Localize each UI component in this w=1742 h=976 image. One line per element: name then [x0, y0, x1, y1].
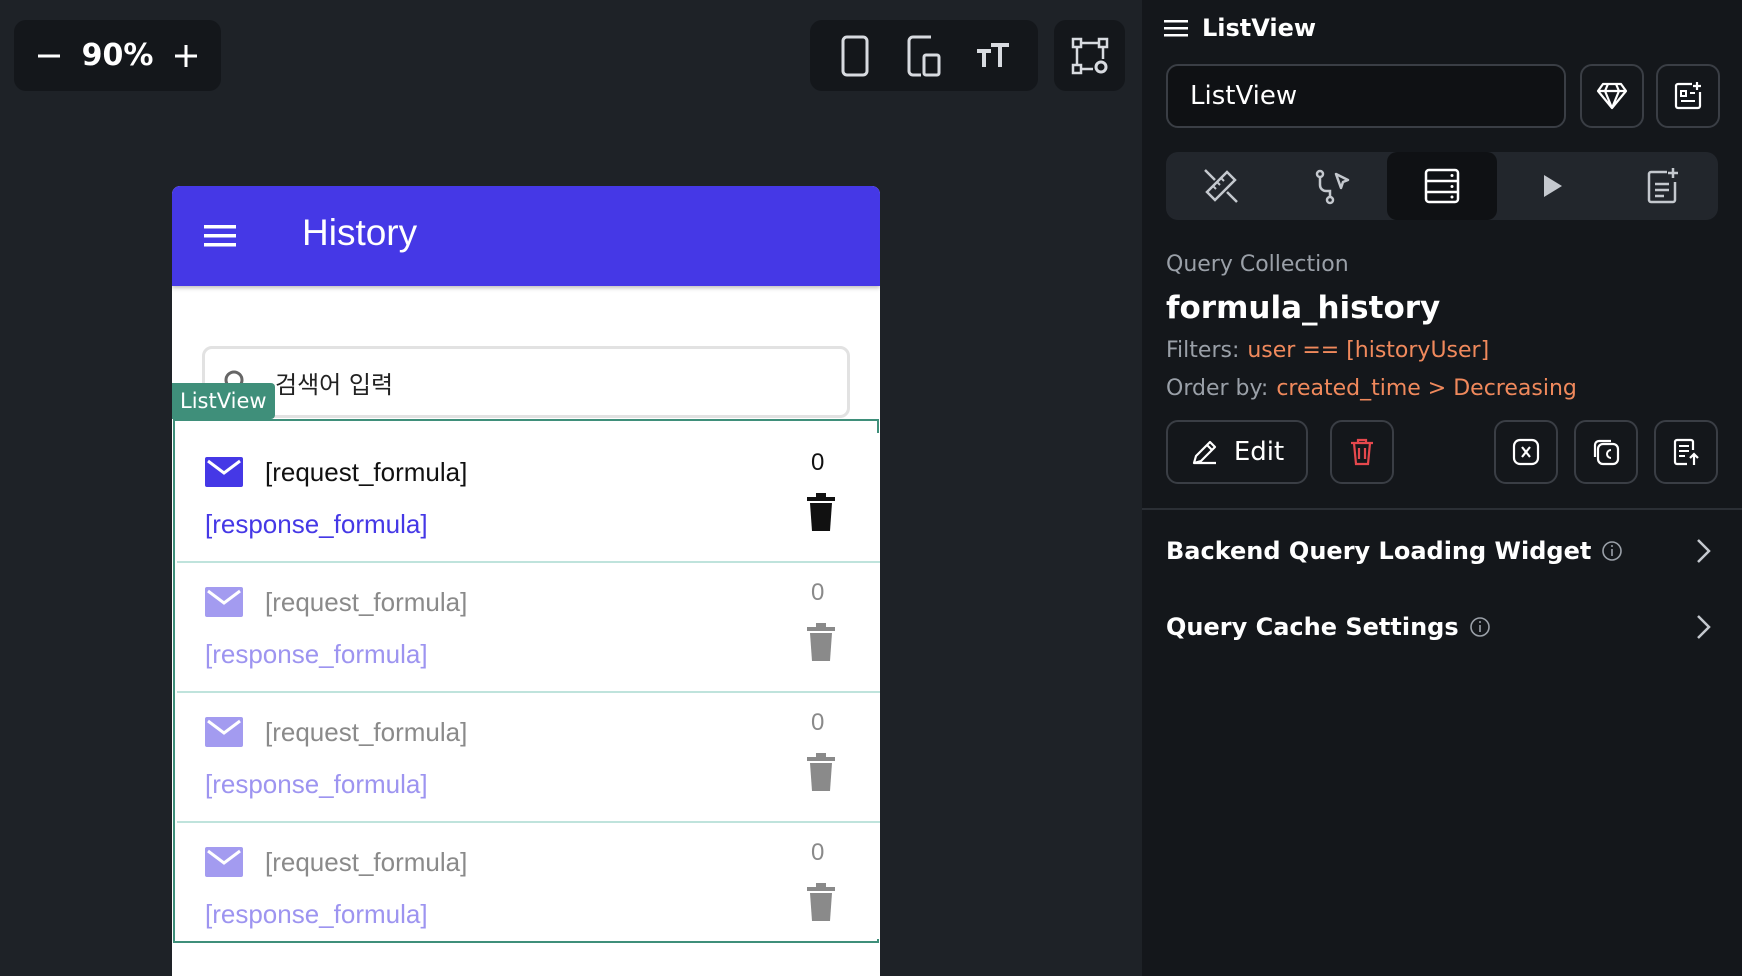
listview-selection-tag: ListView — [172, 383, 275, 419]
ruler-pencil-icon — [1204, 169, 1239, 203]
tab-properties[interactable] — [1166, 152, 1276, 220]
item-count: 0 — [811, 579, 825, 606]
trash-icon[interactable] — [807, 493, 835, 531]
request-formula: [request_formula] — [265, 847, 468, 877]
export-button[interactable] — [1654, 420, 1718, 484]
mail-icon — [205, 717, 243, 747]
mail-icon — [205, 457, 243, 487]
chevron-right-icon — [1697, 539, 1711, 563]
item-count: 0 — [811, 839, 825, 866]
request-formula: [request_formula] — [265, 717, 468, 747]
response-formula: [response_formula] — [205, 899, 428, 929]
layout-settings-icon — [1071, 37, 1108, 74]
loading-widget-section[interactable]: Backend Query Loading Widget — [1166, 526, 1718, 576]
info-icon — [1469, 617, 1490, 637]
filters-label: Filters: — [1166, 338, 1240, 363]
widget-name-input[interactable]: ListView — [1166, 64, 1566, 128]
copy-icon — [1593, 439, 1620, 466]
order-label: Order by: — [1166, 376, 1269, 401]
copy-button[interactable] — [1574, 420, 1638, 484]
text-size-icon — [977, 42, 1010, 67]
query-type-label: Query Collection — [1166, 252, 1349, 277]
phone-icon — [841, 35, 869, 76]
plus-icon — [175, 44, 197, 67]
device-toolbar — [810, 20, 1038, 91]
app-bar: History — [172, 186, 880, 286]
list-item[interactable]: [request_formula] [response_formula] 0 — [177, 563, 880, 693]
premium-button[interactable] — [1580, 64, 1644, 128]
collection-name: formula_history — [1166, 290, 1441, 326]
section-divider — [1142, 508, 1742, 510]
zoom-level: 90% — [81, 38, 154, 73]
drawer-menu-button[interactable] — [200, 216, 240, 256]
chevron-right-icon — [1697, 615, 1711, 639]
database-icon — [1424, 168, 1460, 204]
page-title: History — [302, 212, 418, 253]
phone-view-button[interactable] — [833, 34, 877, 78]
edit-query-button[interactable]: Edit — [1166, 420, 1308, 484]
trash-icon[interactable] — [807, 753, 835, 791]
widget-type-title: ListView — [1202, 14, 1317, 42]
list-lines-icon — [1164, 20, 1188, 37]
query-filters: Filters: user == [historyUser] — [1166, 338, 1489, 363]
query-order: Order by: created_time > Decreasing — [1166, 376, 1577, 401]
pencil-icon — [1192, 440, 1216, 465]
zoom-in-button[interactable] — [169, 39, 203, 73]
response-formula: [response_formula] — [205, 509, 428, 539]
request-formula: [request_formula] — [265, 457, 468, 487]
info-icon — [1602, 541, 1623, 561]
request-formula: [request_formula] — [265, 587, 468, 617]
tab-actions[interactable] — [1276, 152, 1386, 220]
cache-settings-section[interactable]: Query Cache Settings — [1166, 602, 1718, 652]
minus-icon — [38, 54, 60, 57]
tablet-icon — [907, 35, 941, 76]
variable-button[interactable] — [1494, 420, 1558, 484]
tab-add-note[interactable] — [1608, 152, 1718, 220]
delete-query-button[interactable] — [1330, 420, 1394, 484]
response-formula: [response_formula] — [205, 769, 428, 799]
item-count: 0 — [811, 709, 825, 736]
zoom-control: 90% — [14, 20, 221, 91]
phone-preview: History 검색어 입력 ListView [request_formula… — [172, 186, 880, 976]
properties-panel: ListView ListView Query Collection formu… — [1142, 0, 1742, 976]
panel-tabs — [1166, 152, 1718, 220]
export-document-icon — [1673, 438, 1699, 466]
order-value: created_time > Decreasing — [1276, 376, 1577, 401]
item-count: 0 — [811, 449, 825, 476]
loading-widget-title: Backend Query Loading Widget — [1166, 537, 1592, 565]
search-placeholder: 검색어 입력 — [275, 371, 394, 399]
text-size-button[interactable] — [971, 34, 1015, 78]
action-flow-icon — [1315, 169, 1349, 205]
tab-backend-query[interactable] — [1386, 152, 1498, 220]
tab-animations[interactable] — [1497, 152, 1607, 220]
play-icon — [1544, 175, 1563, 197]
cache-settings-title: Query Cache Settings — [1166, 613, 1459, 641]
add-component-button[interactable] — [1656, 64, 1720, 128]
response-formula: [response_formula] — [205, 639, 428, 669]
trash-icon[interactable] — [807, 623, 835, 661]
hamburger-menu-icon — [204, 225, 236, 247]
search-field[interactable]: 검색어 입력 — [202, 346, 850, 418]
mail-icon — [205, 847, 243, 877]
list-item[interactable]: [request_formula] [response_formula] 0 — [177, 693, 880, 823]
layout-settings-button[interactable] — [1054, 20, 1125, 91]
variable-x-icon — [1512, 438, 1540, 466]
edit-label: Edit — [1233, 437, 1285, 467]
list-item[interactable]: [request_formula] [response_formula] 0 — [177, 433, 880, 563]
tablet-view-button[interactable] — [902, 34, 946, 78]
trash-icon — [1351, 438, 1373, 466]
zoom-out-button[interactable] — [32, 39, 66, 73]
panel-header: ListView — [1164, 14, 1316, 42]
mail-icon — [205, 587, 243, 617]
listview[interactable]: [request_formula] [response_formula] 0 [… — [173, 419, 880, 943]
list-item[interactable]: [request_formula] [response_formula] 0 — [177, 823, 880, 939]
diamond-icon — [1596, 82, 1628, 110]
add-widget-icon — [1674, 82, 1702, 110]
trash-icon[interactable] — [807, 883, 835, 921]
add-note-icon — [1647, 168, 1678, 204]
filters-value: user == [historyUser] — [1247, 338, 1490, 363]
